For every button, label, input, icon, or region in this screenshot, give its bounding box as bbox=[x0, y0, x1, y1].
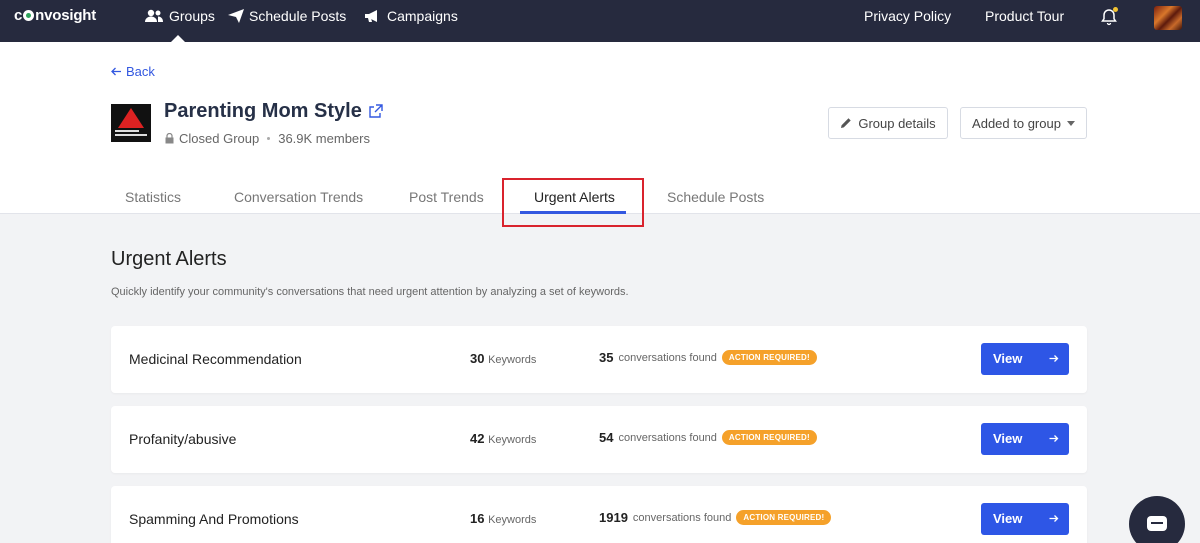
keyword-count: 16 Keywords bbox=[470, 511, 537, 526]
conversation-count: 1919 conversations found ACTION REQUIRED! bbox=[599, 510, 832, 525]
section-subtitle: Quickly identify your community's conver… bbox=[111, 286, 629, 298]
nav-schedule-posts-label: Schedule Posts bbox=[249, 8, 347, 24]
active-nav-caret bbox=[171, 35, 185, 42]
group-details-button[interactable]: Group details bbox=[828, 107, 948, 139]
group-meta: Closed Group 36.9K members bbox=[165, 131, 370, 146]
arrow-right-icon bbox=[1049, 511, 1059, 526]
nav-groups-label: Groups bbox=[169, 8, 215, 24]
member-count: 36.9K members bbox=[278, 131, 370, 146]
group-details-label: Group details bbox=[858, 115, 936, 131]
group-name: Parenting Mom Style bbox=[164, 100, 383, 123]
group-type: Closed Group bbox=[179, 131, 260, 146]
pencil-icon bbox=[841, 118, 852, 128]
user-avatar[interactable] bbox=[1154, 6, 1182, 30]
added-to-group-label: Added to group bbox=[972, 115, 1061, 131]
nav-campaigns-label: Campaigns bbox=[387, 8, 458, 24]
notification-dot bbox=[1113, 7, 1118, 12]
tab-conversation-trends[interactable]: Conversation Trends bbox=[234, 189, 363, 205]
product-tour-link[interactable]: Product Tour bbox=[985, 8, 1064, 24]
conversation-count: 54 conversations found ACTION REQUIRED! bbox=[599, 430, 817, 445]
privacy-policy-link[interactable]: Privacy Policy bbox=[864, 8, 951, 24]
chat-widget-button[interactable] bbox=[1129, 496, 1185, 543]
view-button[interactable]: View bbox=[981, 343, 1069, 375]
arrow-right-icon bbox=[1049, 431, 1059, 446]
nav-groups[interactable]: Groups bbox=[144, 8, 215, 24]
view-button[interactable]: View bbox=[981, 503, 1069, 535]
conversation-count: 35 conversations found ACTION REQUIRED! bbox=[599, 350, 817, 365]
separator-dot bbox=[267, 137, 271, 140]
section-title: Urgent Alerts bbox=[111, 248, 227, 270]
alert-name: Medicinal Recommendation bbox=[129, 351, 302, 367]
action-required-badge: ACTION REQUIRED! bbox=[736, 510, 832, 525]
keyword-count: 30 Keywords bbox=[470, 351, 537, 366]
alert-card: Medicinal Recommendation 30 Keywords 35 c… bbox=[111, 326, 1087, 393]
keyword-count: 42 Keywords bbox=[470, 431, 537, 446]
arrow-right-icon bbox=[1049, 351, 1059, 366]
paper-plane-icon bbox=[228, 9, 244, 23]
external-link-icon[interactable] bbox=[368, 104, 383, 119]
alert-card: Spamming And Promotions 16 Keywords 1919… bbox=[111, 486, 1087, 543]
action-required-badge: ACTION REQUIRED! bbox=[721, 350, 817, 365]
group-name-text: Parenting Mom Style bbox=[164, 100, 362, 122]
arrow-left-icon bbox=[111, 67, 121, 76]
group-avatar bbox=[111, 104, 151, 142]
back-link[interactable]: Back bbox=[111, 64, 155, 79]
lock-icon bbox=[165, 133, 174, 144]
nav-schedule-posts[interactable]: Schedule Posts bbox=[228, 8, 346, 24]
logo-o-icon bbox=[23, 10, 35, 21]
back-label: Back bbox=[126, 64, 155, 79]
nav-campaigns[interactable]: Campaigns bbox=[364, 8, 458, 24]
tab-post-trends[interactable]: Post Trends bbox=[409, 189, 484, 205]
caret-down-icon bbox=[1066, 120, 1075, 126]
group-header: Back Parenting Mom Style Closed Group 36… bbox=[0, 42, 1200, 227]
alert-name: Spamming And Promotions bbox=[129, 511, 299, 527]
logo[interactable]: c nvosight bbox=[14, 7, 96, 24]
highlight-box bbox=[502, 178, 644, 227]
users-icon bbox=[145, 9, 163, 22]
alert-name: Profanity/abusive bbox=[129, 431, 237, 447]
alert-card: Profanity/abusive 42 Keywords 54 conversa… bbox=[111, 406, 1087, 473]
top-navbar: c nvosight Groups Schedule Posts Campaign… bbox=[0, 0, 1200, 42]
megaphone-icon bbox=[365, 10, 377, 22]
view-button[interactable]: View bbox=[981, 423, 1069, 455]
action-required-badge: ACTION REQUIRED! bbox=[721, 430, 817, 445]
added-to-group-dropdown[interactable]: Added to group bbox=[960, 107, 1087, 139]
tab-schedule-posts[interactable]: Schedule Posts bbox=[667, 189, 764, 205]
chat-icon bbox=[1147, 516, 1167, 531]
tab-statistics[interactable]: Statistics bbox=[125, 189, 181, 205]
